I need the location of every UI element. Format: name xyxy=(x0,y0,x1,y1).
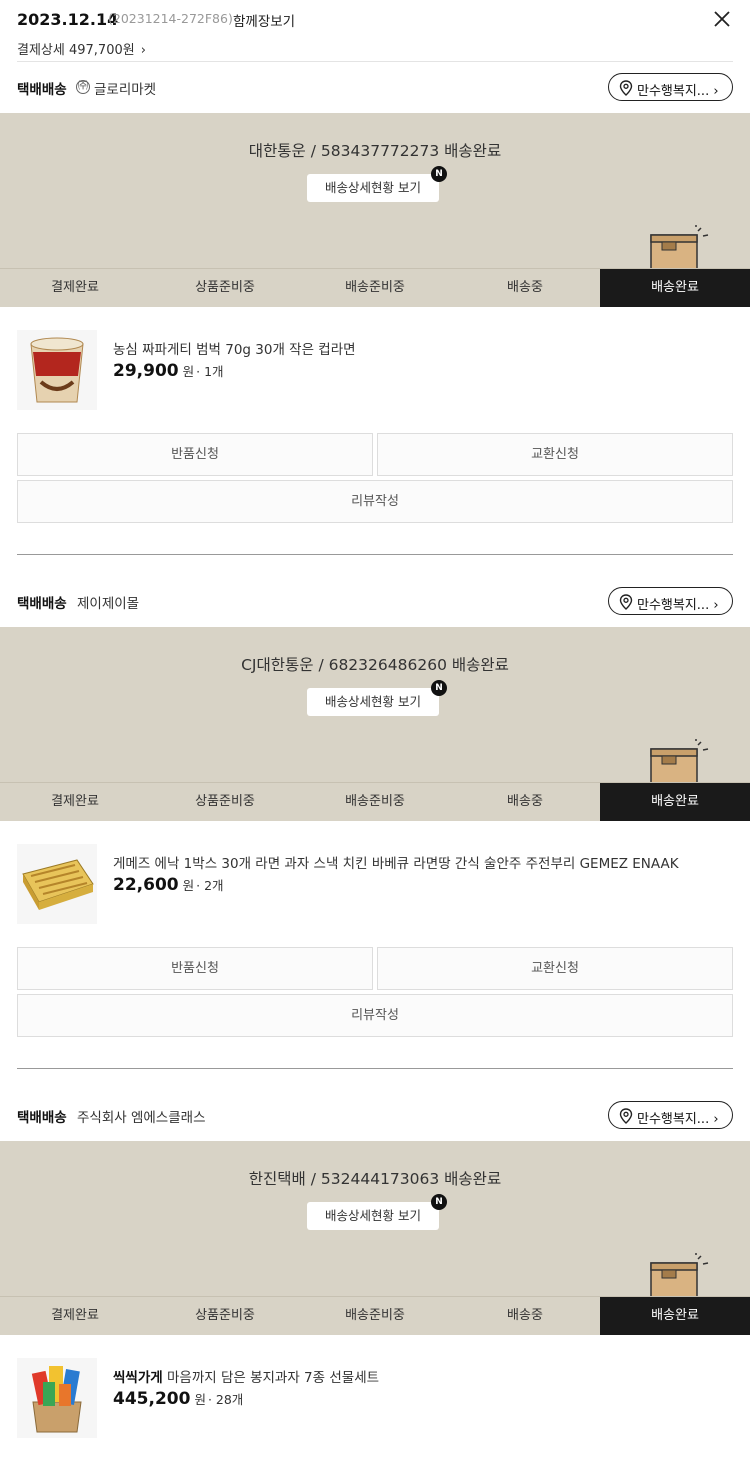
product-thumbnail[interactable] xyxy=(17,1358,97,1438)
product-thumbnail[interactable] xyxy=(17,330,97,410)
new-badge: N xyxy=(431,680,447,696)
write-review-button[interactable]: 리뷰작성 xyxy=(17,994,733,1037)
location-pin-icon xyxy=(619,80,633,96)
snack-gift-set-image xyxy=(31,1366,82,1433)
delivery-box-icon xyxy=(650,739,709,785)
delivery-type: 택배배송 xyxy=(17,1110,67,1126)
product-item[interactable]: 농심 짜파게티 범벅 70g 30개 작은 컵라면 29,900 원 · 1개 xyxy=(0,330,750,430)
step-paid: 결제완료 xyxy=(51,1308,99,1323)
step-preparing-product: 상품준비중 xyxy=(195,794,255,809)
address-label: 만수행복지... › xyxy=(637,84,719,99)
close-icon[interactable] xyxy=(711,8,733,30)
delivery-box-icon xyxy=(650,1253,709,1299)
cup-noodle-image xyxy=(30,337,84,403)
order-date: 2023.12.14 xyxy=(17,10,119,29)
shipment-divider xyxy=(17,554,733,555)
new-badge: N xyxy=(431,1194,447,1210)
step-delivered: 배송완료 xyxy=(600,269,750,307)
seller-row: 택배배송 ㈜ 글로리마켓 만수행복지... › xyxy=(0,62,750,112)
seller-name: 주식회사 엠에스클래스 xyxy=(77,1110,206,1126)
step-paid: 결제완료 xyxy=(51,280,99,295)
address-button[interactable]: 만수행복지... › xyxy=(608,587,733,615)
location-pin-icon xyxy=(619,594,633,610)
step-preparing-product: 상품준비중 xyxy=(195,1308,255,1323)
step-delivered: 배송완료 xyxy=(600,783,750,821)
seller-row: 택배배송 주식회사 엠에스클래스 만수행복지... › xyxy=(0,1090,750,1140)
step-preparing-shipment: 배송준비중 xyxy=(345,280,405,295)
carrier-status: 대한통운 / 583437772273 배송완료 xyxy=(248,142,502,160)
product-item[interactable]: 씩씩가게 마음까지 담은 봉지과자 7종 선물세트 445,200 원 · 28개 xyxy=(0,1358,750,1458)
address-label: 만수행복지... › xyxy=(637,1112,719,1127)
address-button[interactable]: 만수행복지... › xyxy=(608,73,733,101)
delivery-type: 택배배송 xyxy=(17,82,67,98)
step-paid: 결제완료 xyxy=(51,794,99,809)
shipping-status-box: 한진택배 / 532444173063 배송완료 배송상세현황 보기 N xyxy=(0,1141,750,1299)
product-name: 씩씩가게 마음까지 담은 봉지과자 7종 선물세트 xyxy=(113,1370,380,1386)
shipment-divider xyxy=(17,1068,733,1069)
chevron-right-icon: › xyxy=(140,43,146,58)
order-header: 2023.12.14 (20231214-272F86) 함께장보기 결제상세 … xyxy=(0,0,750,62)
tracking-detail-button[interactable]: 배송상세현황 보기 xyxy=(307,688,439,716)
payment-detail-link[interactable]: 결제상세 497,700원 › xyxy=(17,39,146,58)
product-thumbnail[interactable] xyxy=(17,844,97,924)
delivery-type: 택배배송 xyxy=(17,596,67,612)
step-preparing-shipment: 배송준비중 xyxy=(345,794,405,809)
return-request-button[interactable]: 반품신청 xyxy=(17,433,373,476)
shipping-status-box: 대한통운 / 583437772273 배송완료 배송상세현황 보기 N xyxy=(0,113,750,271)
product-price: 445,200 원 · 28개 xyxy=(113,1389,244,1409)
tracking-detail-button[interactable]: 배송상세현황 보기 xyxy=(307,174,439,202)
product-item[interactable]: 게메즈 에낙 1박스 30개 라면 과자 스낵 치킨 바베큐 라면땅 간식 술안… xyxy=(0,844,750,944)
shipping-status-box: CJ대한통운 / 682326486260 배송완료 배송상세현황 보기 N xyxy=(0,627,750,785)
progress-steps: 결제완료 상품준비중 배송준비중 배송중 배송완료 xyxy=(0,268,750,307)
exchange-request-button[interactable]: 교환신청 xyxy=(377,433,733,476)
seller-row: 택배배송 제이제이몰 만수행복지... › xyxy=(0,576,750,626)
progress-steps: 결제완료 상품준비중 배송준비중 배송중 배송완료 xyxy=(0,782,750,821)
address-label: 만수행복지... › xyxy=(637,598,719,613)
tracking-detail-button[interactable]: 배송상세현황 보기 xyxy=(307,1202,439,1230)
write-review-button[interactable]: 리뷰작성 xyxy=(17,480,733,523)
payment-detail-label: 결제상세 497,700원 xyxy=(17,43,135,58)
seller-name: 제이제이몰 xyxy=(77,596,140,612)
progress-steps: 결제완료 상품준비중 배송준비중 배송중 배송완료 xyxy=(0,1296,750,1335)
step-in-transit: 배송중 xyxy=(507,794,543,809)
carrier-status: CJ대한통운 / 682326486260 배송완료 xyxy=(241,656,509,674)
snack-box-image xyxy=(22,859,94,910)
return-request-button[interactable]: 반품신청 xyxy=(17,947,373,990)
step-in-transit: 배송중 xyxy=(507,1308,543,1323)
new-badge: N xyxy=(431,166,447,182)
seller-name: 글로리마켓 xyxy=(94,82,157,98)
corp-badge: ㈜ xyxy=(76,80,90,94)
product-name: 농심 짜파게티 범벅 70g 30개 작은 컵라면 xyxy=(113,342,356,358)
location-pin-icon xyxy=(619,1108,633,1124)
step-preparing-shipment: 배송준비중 xyxy=(345,1308,405,1323)
step-in-transit: 배송중 xyxy=(507,280,543,295)
order-code: (20231214-272F86) xyxy=(108,11,233,26)
address-button[interactable]: 만수행복지... › xyxy=(608,1101,733,1129)
product-price: 29,900 원 · 1개 xyxy=(113,361,224,381)
delivery-box-icon xyxy=(650,225,709,271)
step-preparing-product: 상품준비중 xyxy=(195,280,255,295)
exchange-request-button[interactable]: 교환신청 xyxy=(377,947,733,990)
step-delivered: 배송완료 xyxy=(600,1297,750,1335)
product-name: 게메즈 에낙 1박스 30개 라면 과자 스낵 치킨 바베큐 라면땅 간식 술안… xyxy=(113,856,679,872)
carrier-status: 한진택배 / 532444173063 배송완료 xyxy=(248,1170,502,1188)
together-shopping-label: 함께장보기 xyxy=(233,14,296,30)
product-price: 22,600 원 · 2개 xyxy=(113,875,224,895)
